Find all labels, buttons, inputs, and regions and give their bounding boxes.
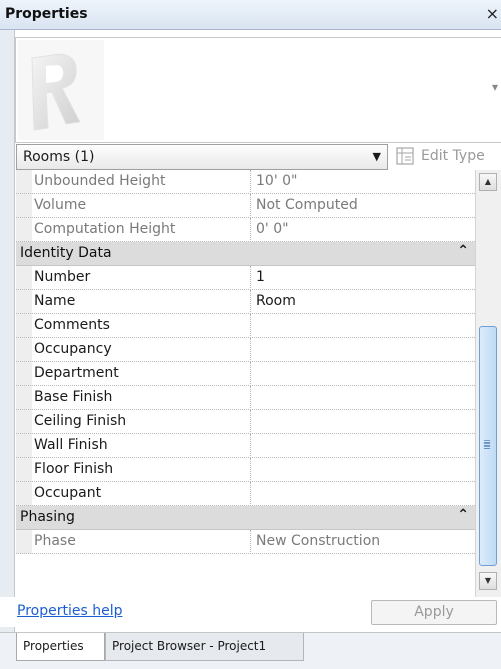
column-divider [250, 434, 251, 458]
tab-project-browser[interactable]: Project Browser - Project1 [105, 633, 304, 661]
panel-tabs: Properties Project Browser - Project1 [0, 632, 501, 669]
column-divider [250, 410, 251, 434]
property-name: Phase [34, 533, 76, 549]
property-name: Base Finish [34, 389, 113, 405]
properties-footer: Properties help Apply [0, 597, 501, 627]
property-name: Computation Height [34, 221, 176, 237]
property-row[interactable]: Ceiling Finish [16, 410, 475, 434]
column-divider [250, 218, 251, 242]
property-name: Wall Finish [34, 437, 108, 453]
column-divider [250, 338, 251, 362]
property-row: Unbounded Height 10' 0" [16, 170, 475, 194]
type-preview: ▾ [15, 37, 501, 143]
property-value: 10' 0" [256, 173, 298, 189]
property-row: Volume Not Computed [16, 194, 475, 218]
panel-left-edge [0, 30, 15, 632]
property-name: Department [34, 365, 119, 381]
arrow-down-icon[interactable]: ▼ [479, 572, 497, 590]
apply-button[interactable]: Apply [371, 600, 497, 625]
edit-type-button[interactable]: Edit Type [396, 144, 501, 170]
property-name: Unbounded Height [34, 173, 166, 189]
properties-grid: Unbounded Height 10' 0" Volume Not Computed… [16, 170, 475, 571]
column-divider [250, 194, 251, 218]
column-divider [250, 386, 251, 410]
property-row[interactable]: Comments [16, 314, 475, 338]
collapse-group-icon[interactable]: ⌃ [457, 243, 469, 259]
property-row[interactable]: Occupant [16, 482, 475, 506]
type-selector-dropdown[interactable]: Rooms (1) ▼ [16, 144, 388, 170]
grid-empty-area [16, 571, 475, 597]
property-value: New Construction [256, 533, 381, 549]
property-row[interactable]: Occupancy [16, 338, 475, 362]
preview-dropdown-icon[interactable]: ▾ [492, 80, 498, 94]
collapse-group-icon[interactable]: ⌃ [457, 507, 469, 523]
column-divider [250, 290, 251, 314]
property-value: 0' 0" [256, 221, 289, 237]
group-label: Phasing [20, 509, 75, 525]
property-row[interactable]: Wall Finish [16, 434, 475, 458]
property-name: Number [34, 269, 91, 285]
column-divider [250, 458, 251, 482]
edit-type-label: Edit Type [421, 148, 485, 164]
close-icon[interactable]: × [486, 4, 499, 23]
property-name: Volume [34, 197, 87, 213]
property-name: Ceiling Finish [34, 413, 127, 429]
property-row: Phase New Construction [16, 530, 475, 554]
panel-title: Properties [5, 6, 88, 22]
arrow-up-icon[interactable]: ▲ [479, 173, 497, 191]
property-row[interactable]: Floor Finish [16, 458, 475, 482]
group-header[interactable]: Identity Data ⌃ [16, 242, 475, 266]
column-divider [250, 266, 251, 290]
property-value[interactable]: 1 [256, 269, 265, 285]
column-divider [250, 362, 251, 386]
properties-help-link[interactable]: Properties help [17, 603, 122, 619]
chevron-down-icon[interactable]: ▼ [373, 150, 381, 163]
vertical-scrollbar[interactable]: ▲ ═ ═ ═ ▼ [475, 170, 501, 597]
tab-properties[interactable]: Properties [16, 633, 105, 661]
property-name: Name [34, 293, 76, 309]
property-row[interactable]: Name Room [16, 290, 475, 314]
group-label: Identity Data [20, 245, 112, 261]
property-row[interactable]: Base Finish [16, 386, 475, 410]
revit-logo-icon [18, 40, 104, 140]
column-divider [250, 170, 251, 194]
property-row[interactable]: Department [16, 362, 475, 386]
property-row[interactable]: Number 1 [16, 266, 475, 290]
properties-title-bar: Properties × [0, 0, 501, 30]
column-divider [250, 530, 251, 554]
property-value[interactable]: Room [256, 293, 296, 309]
column-divider [250, 314, 251, 338]
property-row: Computation Height 0' 0" [16, 218, 475, 242]
property-name: Floor Finish [34, 461, 114, 477]
property-name: Comments [34, 317, 110, 333]
property-value: Not Computed [256, 197, 358, 213]
grip-icon: ═ ═ ═ [484, 437, 491, 454]
property-name: Occupant [34, 485, 102, 501]
column-divider [250, 482, 251, 506]
edit-type-icon [396, 147, 414, 165]
type-selector-value: Rooms (1) [23, 149, 95, 165]
scrollbar-thumb[interactable]: ═ ═ ═ [479, 326, 497, 566]
group-header[interactable]: Phasing ⌃ [16, 506, 475, 530]
property-name: Occupancy [34, 341, 112, 357]
